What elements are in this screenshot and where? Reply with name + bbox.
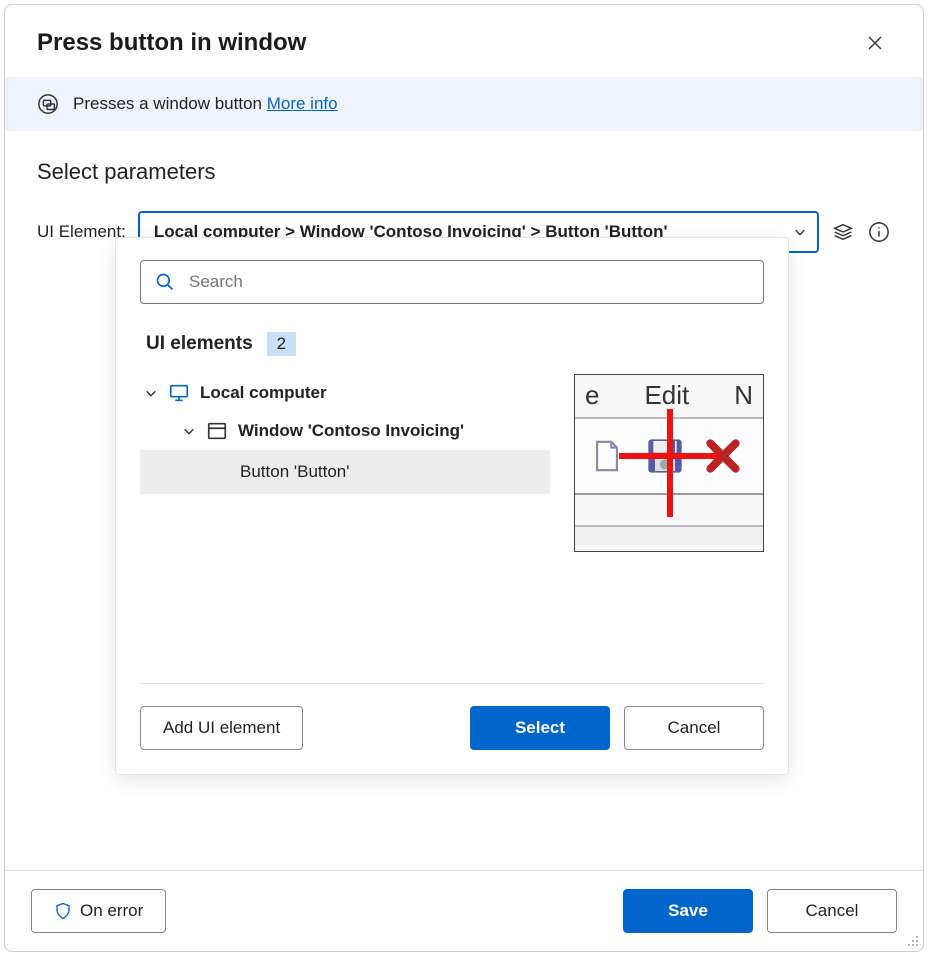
dialog-header: Press button in window — [5, 5, 923, 77]
computer-icon — [168, 382, 190, 404]
dialog-body: Select parameters UI Element: Local comp… — [5, 131, 923, 870]
chevron-down-icon — [182, 424, 196, 438]
add-ui-element-button[interactable]: Add UI element — [140, 706, 303, 750]
ui-element-picker-icon[interactable] — [831, 220, 855, 244]
select-button[interactable]: Select — [470, 706, 610, 750]
tree-node-button[interactable]: Button 'Button' — [140, 450, 550, 494]
tree-node-window[interactable]: Window 'Contoso Invoicing' — [140, 412, 550, 450]
info-bar: Presses a window button More info — [5, 77, 923, 131]
tree-node-computer[interactable]: Local computer — [140, 374, 550, 412]
shield-icon — [54, 902, 72, 920]
preview-header: e Edit N — [575, 377, 763, 413]
search-box[interactable] — [140, 260, 764, 304]
chevron-down-icon — [144, 386, 158, 400]
picker-cancel-button[interactable]: Cancel — [624, 706, 764, 750]
picker-footer: Add UI element Select Cancel — [140, 683, 764, 750]
tree-label: Button 'Button' — [240, 462, 350, 482]
dialog-title: Press button in window — [37, 29, 306, 57]
tree-area: Local computer Window 'Contoso Invoicing… — [140, 374, 764, 673]
ui-element-label: UI Element: — [37, 222, 126, 242]
close-icon — [867, 35, 883, 51]
crosshair-v — [667, 409, 673, 517]
search-input[interactable] — [187, 271, 749, 293]
close-button[interactable] — [859, 27, 891, 59]
ui-element-tree: Local computer Window 'Contoso Invoicing… — [140, 374, 550, 494]
save-button[interactable]: Save — [623, 889, 753, 933]
tree-label: Window 'Contoso Invoicing' — [238, 421, 464, 441]
search-icon — [155, 272, 175, 292]
section-title: Select parameters — [37, 159, 891, 185]
ui-element-picker-panel: UI elements 2 Local computer — [115, 237, 789, 775]
side-icons — [831, 220, 891, 244]
dialog: Press button in window Presses a window … — [4, 4, 924, 952]
action-icon — [37, 93, 59, 115]
window-icon — [206, 420, 228, 442]
ui-elements-heading: UI elements 2 — [146, 332, 764, 356]
info-text: Presses a window button More info — [73, 94, 338, 114]
cancel-button[interactable]: Cancel — [767, 889, 897, 933]
chevron-down-icon — [793, 225, 807, 239]
info-icon[interactable] — [867, 220, 891, 244]
on-error-button[interactable]: On error — [31, 889, 166, 933]
ui-element-preview: e Edit N — [574, 374, 764, 552]
more-info-link[interactable]: More info — [267, 94, 338, 113]
ui-elements-count: 2 — [267, 332, 296, 356]
resize-grip-icon[interactable] — [905, 933, 919, 947]
dialog-footer: On error Save Cancel — [5, 870, 923, 951]
tree-label: Local computer — [200, 383, 327, 403]
preview-foot — [575, 525, 763, 545]
